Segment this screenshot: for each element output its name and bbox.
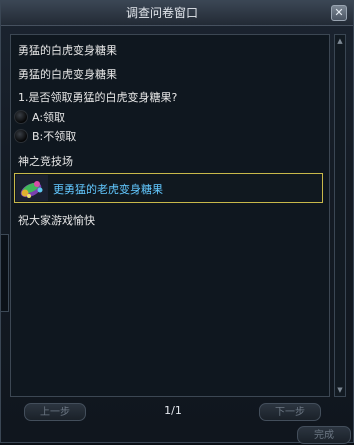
page-indicator: 1/1 — [164, 404, 182, 417]
candy-item-icon — [16, 175, 48, 201]
window-title: 调查问卷窗口 — [125, 6, 198, 20]
reward-item[interactable]: 更勇猛的老虎变身糖果 — [14, 173, 323, 203]
option-a-label: A:领取 — [32, 111, 66, 124]
scroll-down-icon[interactable]: ▼ — [335, 385, 345, 395]
radio-button-a[interactable] — [14, 110, 28, 124]
prev-button[interactable]: 上一步 — [24, 403, 86, 421]
next-button[interactable]: 下一步 — [259, 403, 321, 421]
reward-item-label: 更勇猛的老虎变身糖果 — [53, 183, 163, 196]
option-b[interactable]: B:不领取 — [14, 127, 76, 145]
section-label: 神之竞技场 — [18, 155, 73, 168]
closing-text: 祝大家游戏愉快 — [18, 214, 95, 227]
side-tab — [1, 234, 9, 312]
scroll-up-icon[interactable]: ▲ — [335, 36, 345, 46]
radio-button-b[interactable] — [14, 129, 28, 143]
header-line-2: 勇猛的白虎变身糖果 — [18, 68, 117, 81]
close-button[interactable]: ✕ — [331, 5, 347, 21]
option-a[interactable]: A:领取 — [14, 108, 65, 126]
option-b-label: B:不领取 — [32, 130, 77, 143]
question-text: 1.是否领取勇猛的白虎变身糖果? — [18, 91, 178, 104]
title-bar[interactable]: 调查问卷窗口 ✕ — [1, 1, 353, 26]
header-line-1: 勇猛的白虎变身糖果 — [18, 44, 117, 57]
complete-button[interactable]: 完成 — [297, 426, 351, 444]
vertical-scrollbar[interactable]: ▲ ▼ — [334, 34, 346, 397]
survey-content-panel: 勇猛的白虎变身糖果 勇猛的白虎变身糖果 1.是否领取勇猛的白虎变身糖果? A:领… — [10, 34, 330, 397]
survey-window: 调查问卷窗口 ✕ 勇猛的白虎变身糖果 勇猛的白虎变身糖果 1.是否领取勇猛的白虎… — [0, 0, 354, 444]
